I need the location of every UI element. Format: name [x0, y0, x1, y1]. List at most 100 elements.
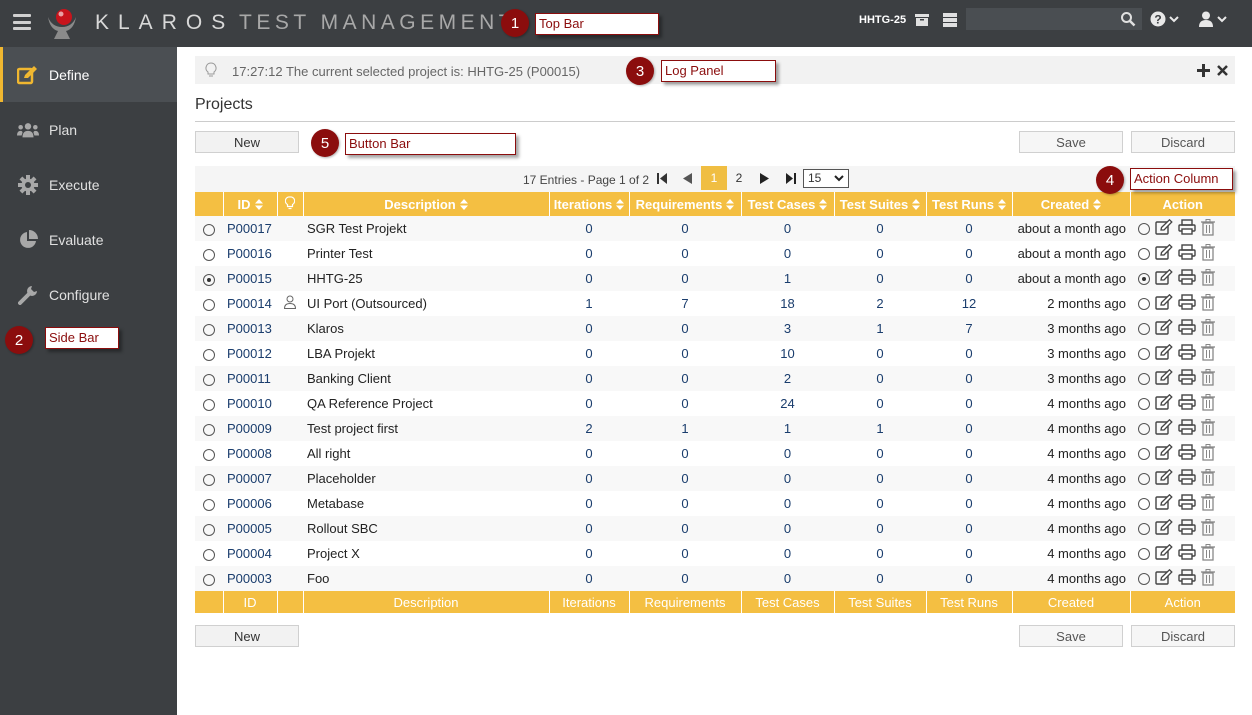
test-runs-count[interactable]: 12: [926, 291, 1012, 316]
first-page-icon[interactable]: [657, 173, 667, 184]
select-radio-cell[interactable]: [195, 566, 223, 591]
select-radio-cell[interactable]: [195, 241, 223, 266]
select-radio-cell[interactable]: [195, 441, 223, 466]
column-header-test-suites[interactable]: Test Suites: [834, 192, 927, 216]
sort-icon[interactable]: [819, 198, 828, 210]
iterations-count[interactable]: 0: [549, 366, 629, 391]
table-row[interactable]: P00016 Printer Test 0 0 0 0 0 about a month ago: [195, 241, 1235, 266]
edit-icon[interactable]: [1155, 293, 1173, 311]
sort-icon[interactable]: [726, 198, 735, 210]
select-radio[interactable]: [203, 348, 215, 361]
project-id-link[interactable]: P00012: [223, 341, 277, 366]
print-icon[interactable]: [1178, 544, 1196, 560]
test-cases-count[interactable]: 24: [741, 391, 834, 416]
edit-icon[interactable]: [1155, 543, 1173, 561]
iterations-count[interactable]: 0: [549, 266, 629, 291]
test-runs-count[interactable]: 0: [926, 566, 1012, 591]
select-radio[interactable]: [203, 298, 215, 311]
column-header-test-cases[interactable]: Test Cases: [741, 192, 835, 216]
iterations-count[interactable]: 0: [549, 341, 629, 366]
activate-radio[interactable]: [1138, 372, 1150, 385]
table-row[interactable]: P00009 Test project first 2 1 1 1 0 4 months ag…: [195, 416, 1235, 441]
edit-icon[interactable]: [1155, 493, 1173, 511]
requirements-count[interactable]: 0: [629, 316, 741, 341]
select-radio[interactable]: [203, 373, 215, 386]
activate-radio[interactable]: [1138, 322, 1150, 335]
trash-icon[interactable]: [1201, 368, 1215, 386]
iterations-count[interactable]: 0: [549, 216, 629, 241]
test-cases-count[interactable]: 0: [741, 516, 834, 541]
table-row[interactable]: P00014 UI Port (Outsourced) 1 7 18 2 12 2 month…: [195, 291, 1235, 316]
activate-radio[interactable]: [1138, 297, 1150, 310]
test-cases-count[interactable]: 18: [741, 291, 834, 316]
test-cases-count[interactable]: 0: [741, 491, 834, 516]
trash-icon[interactable]: [1201, 493, 1215, 511]
iterations-count[interactable]: 0: [549, 566, 629, 591]
activate-radio[interactable]: [1138, 522, 1150, 535]
iterations-count[interactable]: 1: [549, 291, 629, 316]
trash-icon[interactable]: [1201, 268, 1215, 286]
print-icon[interactable]: [1178, 394, 1196, 410]
table-row[interactable]: P00007 Placeholder 0 0 0 0 0 4 months ago: [195, 466, 1235, 491]
trash-icon[interactable]: [1201, 418, 1215, 436]
project-id-link[interactable]: P00015: [223, 266, 277, 291]
search-icon[interactable]: [1120, 11, 1136, 27]
edit-icon[interactable]: [1155, 443, 1173, 461]
activate-radio[interactable]: [1138, 247, 1150, 260]
print-icon[interactable]: [1178, 219, 1196, 235]
expand-icon[interactable]: [1197, 64, 1210, 77]
archive-icon[interactable]: [914, 12, 930, 28]
test-runs-count[interactable]: 0: [926, 466, 1012, 491]
test-suites-count[interactable]: 0: [834, 466, 926, 491]
table-row[interactable]: P00006 Metabase 0 0 0 0 0 4 months ago: [195, 491, 1235, 516]
print-icon[interactable]: [1178, 419, 1196, 435]
page-2-button[interactable]: 2: [726, 166, 752, 190]
select-radio[interactable]: [203, 523, 215, 536]
test-runs-count[interactable]: 0: [926, 216, 1012, 241]
project-id-link[interactable]: P00013: [223, 316, 277, 341]
test-suites-count[interactable]: 0: [834, 341, 926, 366]
iterations-count[interactable]: 0: [549, 466, 629, 491]
select-radio-cell[interactable]: [195, 266, 223, 291]
test-cases-count[interactable]: 0: [741, 566, 834, 591]
requirements-count[interactable]: 0: [629, 466, 741, 491]
print-icon[interactable]: [1178, 444, 1196, 460]
edit-icon[interactable]: [1155, 518, 1173, 536]
project-id-link[interactable]: P00006: [223, 491, 277, 516]
test-runs-count[interactable]: 0: [926, 341, 1012, 366]
test-runs-count[interactable]: 0: [926, 366, 1012, 391]
project-id-link[interactable]: P00007: [223, 466, 277, 491]
select-radio[interactable]: [203, 423, 215, 436]
column-header-iterations[interactable]: Iterations: [549, 192, 630, 216]
test-suites-count[interactable]: 0: [834, 241, 926, 266]
requirements-count[interactable]: 7: [629, 291, 741, 316]
select-radio[interactable]: [203, 473, 215, 486]
last-page-icon[interactable]: [786, 173, 796, 184]
edit-icon[interactable]: [1155, 343, 1173, 361]
iterations-count[interactable]: 0: [549, 441, 629, 466]
select-radio[interactable]: [203, 273, 215, 286]
edit-icon[interactable]: [1155, 568, 1173, 586]
iterations-count[interactable]: 0: [549, 541, 629, 566]
select-radio[interactable]: [203, 548, 215, 561]
sidebar-item-evaluate[interactable]: Evaluate: [0, 212, 177, 267]
test-cases-count[interactable]: 10: [741, 341, 834, 366]
activate-radio[interactable]: [1138, 547, 1150, 560]
test-runs-count[interactable]: 0: [926, 441, 1012, 466]
test-cases-count[interactable]: 0: [741, 466, 834, 491]
project-id-link[interactable]: P00010: [223, 391, 277, 416]
sidebar-item-define[interactable]: Define: [0, 47, 177, 102]
select-radio-cell[interactable]: [195, 316, 223, 341]
test-runs-count[interactable]: 7: [926, 316, 1012, 341]
trash-icon[interactable]: [1201, 443, 1215, 461]
print-icon[interactable]: [1178, 469, 1196, 485]
test-suites-count[interactable]: 0: [834, 491, 926, 516]
activate-radio[interactable]: [1138, 447, 1150, 460]
print-icon[interactable]: [1178, 344, 1196, 360]
edit-icon[interactable]: [1155, 468, 1173, 486]
discard-button[interactable]: Discard: [1131, 131, 1235, 153]
test-runs-count[interactable]: 0: [926, 541, 1012, 566]
table-row[interactable]: P00010 QA Reference Project 0 0 24 0 0 4 months…: [195, 391, 1235, 416]
print-icon[interactable]: [1178, 269, 1196, 285]
print-icon[interactable]: [1178, 294, 1196, 310]
